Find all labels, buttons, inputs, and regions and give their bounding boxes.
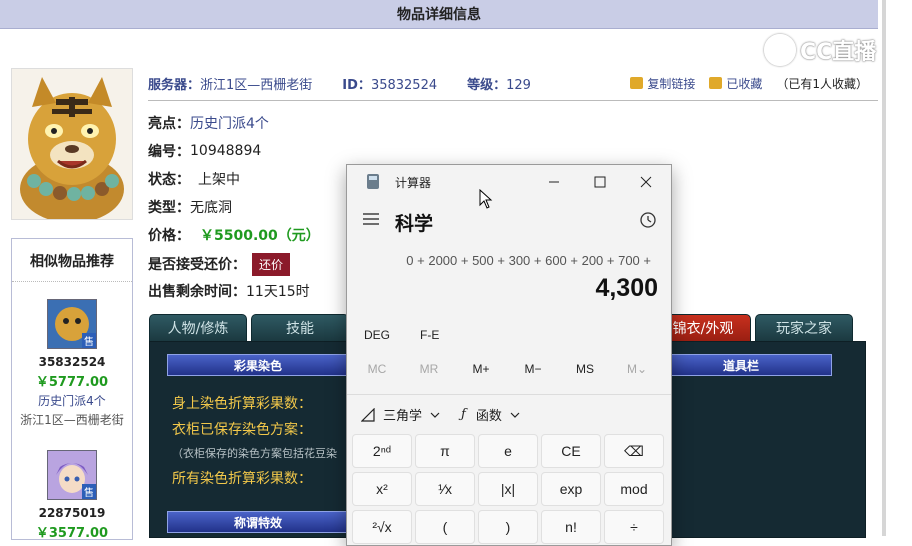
- key-divide[interactable]: ÷: [604, 510, 664, 544]
- hamburger-icon: [363, 213, 379, 225]
- key-reciprocal[interactable]: ¹⁄x: [415, 472, 475, 506]
- sale-badge: 售: [82, 333, 96, 348]
- calculator-titlebar[interactable]: 计算器: [347, 165, 671, 197]
- bargain-button[interactable]: 还价: [252, 252, 291, 276]
- favorite-button[interactable]: 已收藏: [709, 75, 762, 92]
- key-mod[interactable]: mod: [604, 472, 664, 506]
- remaining-time-row: 出售剩余时间： 11天15时: [148, 284, 310, 300]
- chevron-down-icon: [510, 412, 520, 418]
- level-info: 等级：129: [467, 77, 531, 93]
- key-clear-entry[interactable]: CE: [541, 434, 601, 468]
- all-dye-total-label: 所有染色折算彩果数：: [172, 471, 312, 487]
- chevron-down-icon: [430, 412, 440, 418]
- stream-watermark: CC直播: [764, 34, 876, 66]
- key-absolute[interactable]: |x|: [478, 472, 538, 506]
- key-pi[interactable]: π: [415, 434, 475, 468]
- minimize-button[interactable]: [539, 171, 569, 193]
- dye-total-label: 身上染色折算彩果数：: [172, 396, 312, 412]
- tab-skills[interactable]: 技能: [251, 314, 349, 342]
- copy-link-button[interactable]: 复制链接: [630, 75, 695, 92]
- calculation-result: 4,300: [595, 274, 658, 302]
- page-scrollbar-area[interactable]: [878, 0, 912, 536]
- calculator-app-icon: [367, 174, 379, 189]
- calculator-window: 计算器 科学 0 + 2000 + 500 + 300 + 600 + 200 …: [346, 164, 672, 546]
- key-open-paren[interactable]: (: [415, 510, 475, 544]
- close-icon: [640, 176, 652, 188]
- maximize-button[interactable]: [585, 171, 615, 193]
- recommended-item-thumbnail[interactable]: 售: [47, 450, 97, 500]
- key-e[interactable]: e: [478, 434, 538, 468]
- page-header: 物品详细信息: [0, 0, 878, 29]
- key-backspace[interactable]: ⌫: [604, 434, 664, 468]
- tiger-avatar-icon: [12, 69, 132, 219]
- angle-unit-button[interactable]: DEG: [364, 328, 390, 342]
- id-info: ID：35832524: [342, 77, 438, 93]
- divider: [347, 394, 671, 395]
- status-row: 状态： 上架中: [148, 172, 240, 188]
- recommended-item[interactable]: 售 35832524 ￥5777.00 历史门派4个 浙江1区—西栅老街: [12, 299, 132, 428]
- trigonometry-dropdown[interactable]: 三角学: [361, 405, 440, 424]
- sale-badge: 售: [82, 484, 96, 499]
- key-square[interactable]: x²: [352, 472, 412, 506]
- bargain-row: 是否接受还价： 还价: [148, 252, 291, 276]
- price-row: 价格： ￥5500.00（元）: [148, 228, 320, 244]
- similar-items-sidebar: 相似物品推荐 售 35832524 ￥5777.00 历史门派4个 浙江1区—西…: [11, 238, 133, 541]
- wardrobe-dye-label: 衣柜已保存染色方案：: [172, 422, 312, 438]
- key-2nd[interactable]: 2ⁿᵈ: [352, 434, 412, 468]
- maximize-icon: [594, 176, 606, 188]
- function-icon: ƒ: [461, 407, 466, 422]
- type-row: 类型： 无底洞: [148, 200, 232, 216]
- memory-add-button[interactable]: M+: [456, 362, 506, 376]
- key-close-paren[interactable]: ): [478, 510, 538, 544]
- memory-subtract-button[interactable]: M−: [508, 362, 558, 376]
- watermark-logo-icon: [764, 34, 796, 66]
- number-row: 编号： 10948894: [148, 143, 262, 160]
- memory-store-button[interactable]: MS: [560, 362, 610, 376]
- divider: [148, 100, 878, 101]
- key-exp[interactable]: exp: [541, 472, 601, 506]
- hamburger-menu-button[interactable]: [363, 210, 379, 231]
- section-bar-items: 道具栏: [650, 354, 832, 376]
- section-bar-dye: 彩果染色: [167, 354, 349, 376]
- history-icon: [640, 212, 656, 228]
- calculation-expression: 0 + 2000 + 500 + 300 + 600 + 200 + 700 +: [406, 253, 651, 268]
- minimize-icon: [549, 181, 559, 183]
- mouse-cursor-icon: [479, 189, 493, 209]
- item-info-bar: 服务器：浙江1区—西栅老街 ID：35832524 等级：129 复制链接 已收…: [148, 72, 878, 94]
- memory-clear-button[interactable]: MC: [352, 362, 402, 376]
- history-button[interactable]: [639, 211, 657, 234]
- tab-character[interactable]: 人物/修炼: [149, 314, 247, 342]
- memory-list-button[interactable]: M⌄: [612, 362, 662, 376]
- section-bar-title-effects: 称谓特效: [167, 511, 349, 533]
- favorite-count: （已有1人收藏）: [776, 76, 868, 91]
- recommended-item[interactable]: 售 22875019 ￥3577.00: [12, 450, 132, 541]
- recommended-item-thumbnail[interactable]: 售: [47, 299, 97, 349]
- calculator-title: 计算器: [395, 176, 432, 190]
- tab-player-home[interactable]: 玩家之家: [755, 314, 853, 342]
- memory-recall-button[interactable]: MR: [404, 362, 454, 376]
- favorite-icon: [709, 77, 723, 89]
- character-avatar: [11, 68, 133, 220]
- highlight-row: 亮点： 历史门派4个: [148, 116, 269, 132]
- page-title: 物品详细信息: [397, 7, 481, 23]
- sidebar-title: 相似物品推荐: [12, 239, 132, 282]
- wardrobe-dye-note: （衣柜保存的染色方案包括花豆染: [172, 447, 337, 460]
- copy-link-icon: [630, 77, 644, 89]
- server-info: 服务器：浙江1区—西栅老街: [148, 77, 313, 93]
- key-sqrt[interactable]: ²√x: [352, 510, 412, 544]
- item-actions: 复制链接 已收藏 （已有1人收藏）: [630, 75, 868, 92]
- triangle-icon: [361, 407, 375, 422]
- calculator-mode-title: 科学: [395, 214, 434, 235]
- key-factorial[interactable]: n!: [541, 510, 601, 544]
- function-dropdown[interactable]: ƒ 函数: [461, 405, 520, 424]
- fe-toggle-button[interactable]: F-E: [420, 328, 439, 342]
- close-button[interactable]: [631, 171, 661, 193]
